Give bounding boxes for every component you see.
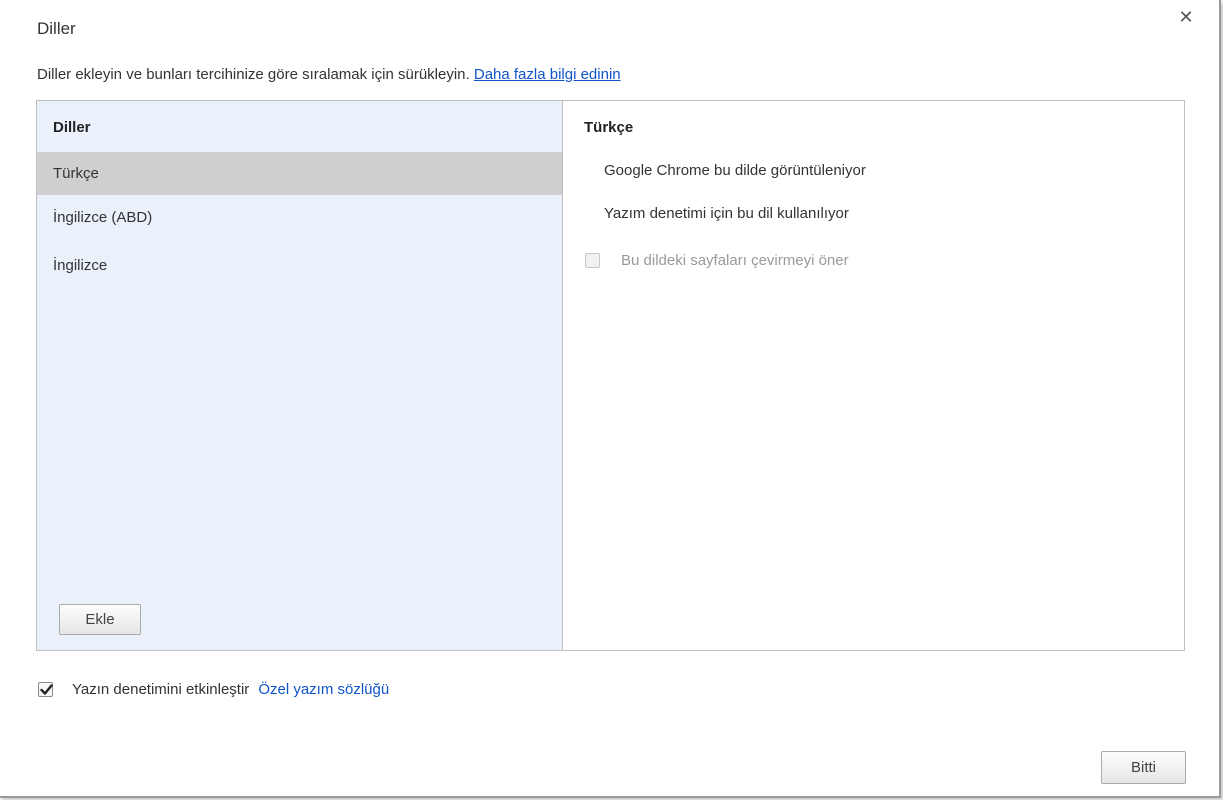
language-item-turkish[interactable]: Türkçe — [37, 152, 562, 195]
intro-description: Diller ekleyin ve bunları tercihinize gö… — [37, 66, 470, 83]
language-item-english[interactable]: İngilizce — [37, 244, 562, 287]
spellcheck-label: Yazın denetimini etkinleştir — [72, 680, 250, 698]
spellcheck-row: Yazın denetimini etkinleştir Özel yazım … — [38, 679, 389, 699]
custom-dictionary-link[interactable]: Özel yazım sözlüğü — [258, 681, 389, 698]
language-item-english-us[interactable]: İngilizce (ABD) — [37, 196, 562, 239]
translate-option: Bu dildeki sayfaları çevirmeyi öner — [585, 250, 849, 270]
dialog-title: Diller — [37, 19, 76, 38]
close-icon[interactable]: ✕ — [1176, 7, 1196, 27]
translate-option-label: Bu dildeki sayfaları çevirmeyi öner — [621, 251, 849, 269]
language-list-header: Diller — [53, 119, 91, 136]
language-detail-title: Türkçe — [584, 119, 634, 136]
spellcheck-language-info: Yazım denetimi için bu dil kullanılıyor — [604, 205, 849, 222]
add-language-button[interactable]: Ekle — [59, 604, 141, 635]
languages-dialog: Diller ✕ Diller ekleyin ve bunları terci… — [0, 0, 1221, 798]
checkmark-icon — [40, 683, 53, 695]
done-button[interactable]: Bitti — [1101, 751, 1186, 784]
translate-checkbox — [585, 252, 600, 268]
spellcheck-checkbox[interactable] — [38, 681, 53, 697]
language-list: Diller Türkçe İngilizce (ABD) İngilizce … — [37, 101, 563, 650]
languages-panel: Diller Türkçe İngilizce (ABD) İngilizce … — [36, 100, 1185, 651]
learn-more-link[interactable]: Daha fazla bilgi edinin — [474, 66, 621, 83]
display-language-info: Google Chrome bu dilde görüntüleniyor — [604, 162, 866, 179]
intro-text: Diller ekleyin ve bunları tercihinize gö… — [37, 66, 621, 83]
